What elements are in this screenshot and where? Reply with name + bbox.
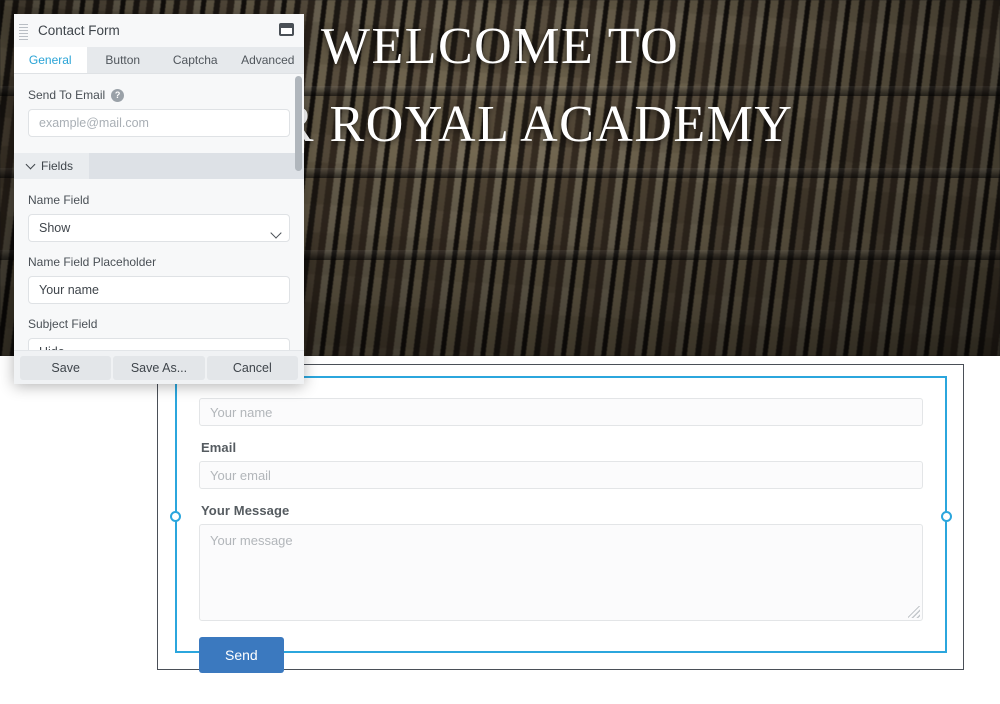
panel-scrollbar[interactable] [295, 76, 302, 348]
contact-form-settings-panel[interactable]: Contact Form General Button Captcha Adva… [14, 14, 304, 384]
resize-handle-left[interactable] [170, 511, 181, 522]
tab-button[interactable]: Button [87, 47, 160, 73]
resize-handle-right[interactable] [941, 511, 952, 522]
message-textarea[interactable] [199, 524, 923, 621]
field-subject-field: Subject Field [14, 304, 304, 350]
field-send-to-email: Send To Email ? [14, 74, 304, 137]
cancel-button[interactable]: Cancel [206, 355, 298, 380]
send-to-email-label: Send To Email ? [28, 88, 290, 102]
save-button[interactable]: Save [20, 355, 112, 380]
message-label: Your Message [201, 503, 290, 518]
maximize-window-icon[interactable] [279, 23, 294, 36]
contact-form-widget[interactable]: Email Your Message Send [170, 358, 952, 673]
email-input[interactable] [199, 461, 923, 489]
chevron-down-icon [25, 159, 36, 170]
name-field-select-wrapper [28, 214, 290, 242]
panel-header[interactable]: Contact Form [14, 14, 304, 47]
name-field-select[interactable] [28, 214, 290, 242]
drag-grip-icon[interactable] [19, 22, 28, 40]
send-to-email-label-text: Send To Email [28, 88, 106, 102]
panel-body: Send To Email ? Fields Name Field [14, 74, 304, 350]
panel-scrollbar-thumb[interactable] [295, 76, 302, 171]
name-input[interactable] [199, 398, 923, 426]
tab-general[interactable]: General [14, 47, 87, 73]
panel-scroll-area[interactable]: Send To Email ? Fields Name Field [14, 74, 304, 350]
message-textarea-wrapper [199, 524, 923, 621]
field-name-field-placeholder: Name Field Placeholder [14, 242, 304, 304]
send-button[interactable]: Send [199, 637, 284, 673]
panel-title: Contact Form [38, 23, 120, 38]
section-fields-toggle[interactable]: Fields [14, 153, 90, 179]
name-field-placeholder-label: Name Field Placeholder [28, 255, 157, 269]
save-as-button[interactable]: Save As... [113, 355, 205, 380]
subject-field-label: Subject Field [28, 317, 98, 331]
contact-form-body: Email Your Message Send [177, 378, 945, 691]
help-circle-icon[interactable]: ? [111, 88, 125, 102]
section-fields-row: Fields [14, 153, 304, 179]
subject-field-select[interactable] [28, 338, 290, 350]
panel-tabs[interactable]: General Button Captcha Advanced [14, 47, 304, 74]
subject-field-select-wrapper [28, 338, 290, 350]
name-field-placeholder-input[interactable] [28, 276, 290, 304]
section-fields-label: Fields [41, 159, 74, 173]
email-label: Email [201, 440, 237, 455]
hero-title-line-1: WELCOME TO [320, 18, 680, 75]
tab-captcha[interactable]: Captcha [159, 47, 232, 73]
name-field-label: Name Field [28, 193, 90, 207]
send-to-email-input[interactable] [28, 109, 290, 137]
tab-advanced[interactable]: Advanced [232, 47, 305, 73]
field-name-field: Name Field [14, 179, 304, 242]
screen-root: WELCOME TO VER ROYAL ACADEMY Your name E… [0, 0, 1000, 704]
panel-footer: Save Save As... Cancel [14, 350, 304, 384]
